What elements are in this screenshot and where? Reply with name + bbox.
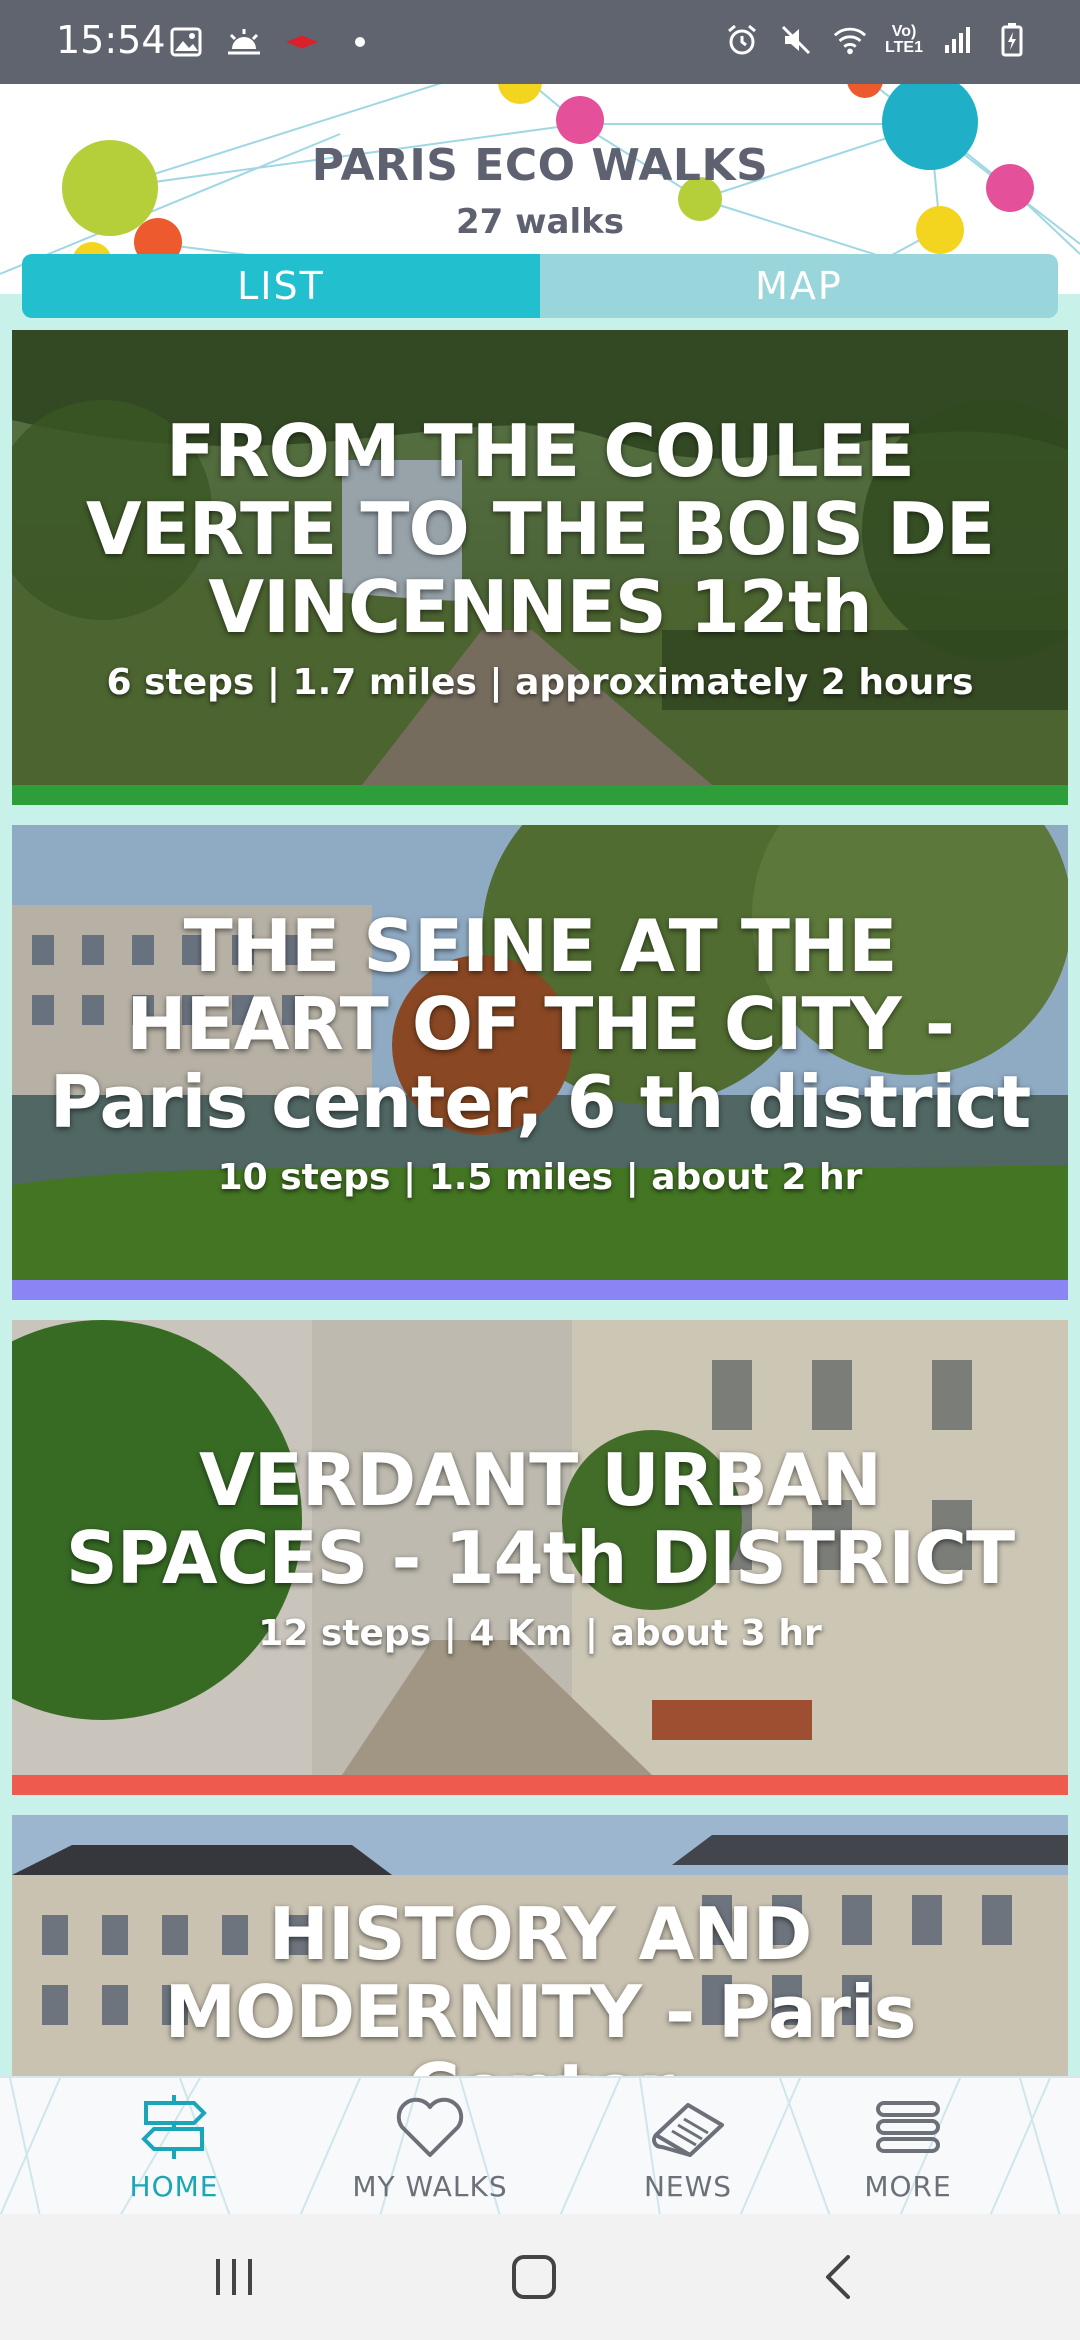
nav-news-label: NEWS [643, 2170, 733, 2203]
recent-apps-icon [216, 2259, 252, 2295]
view-toggle: LIST MAP [22, 254, 1058, 318]
walk-card[interactable]: THE SEINE AT THE HEART OF THE CITY - Par… [12, 825, 1068, 1300]
app-notification-icon [284, 22, 320, 62]
home-square-icon [512, 2255, 556, 2299]
nav-more-label: MORE [864, 2170, 952, 2203]
nav-my-walks[interactable]: MY WALKS [320, 2092, 540, 2212]
back-button[interactable] [798, 2244, 878, 2310]
walk-text: HISTORY AND MODERNITY - Paris Center [42, 1815, 1038, 2076]
alarm-icon [724, 20, 760, 60]
wifi-icon [832, 20, 868, 60]
back-chevron-icon [826, 2255, 850, 2299]
system-navigation-bar [0, 2214, 1080, 2340]
walk-card[interactable]: HISTORY AND MODERNITY - Paris Center [12, 1815, 1068, 2076]
walks-count: 27 walks [455, 202, 624, 242]
weather-sunrise-icon [226, 22, 262, 62]
gallery-notification-icon [168, 22, 204, 62]
bottom-navigation: HOME MY WALKS NEWS MORE [0, 2076, 1080, 2214]
nav-home[interactable]: HOME [64, 2092, 284, 2212]
tab-map[interactable]: MAP [540, 254, 1058, 318]
heart-icon [390, 2092, 470, 2162]
walk-accent-bar [12, 785, 1068, 805]
walk-text: THE SEINE AT THE HEART OF THE CITY - Par… [42, 825, 1038, 1280]
home-button[interactable] [494, 2244, 574, 2310]
status-bar: 15:54 Vo) LTE1 [0, 0, 1080, 84]
nav-home-label: HOME [129, 2170, 219, 2203]
mute-icon [778, 20, 814, 60]
page-title: PARIS ECO WALKS [311, 140, 769, 191]
more-notifications-dot-icon [342, 22, 378, 62]
walk-title: THE SEINE AT THE HEART OF THE CITY - Par… [49, 904, 1032, 1144]
walk-title: VERDANT URBAN SPACES - 14th DISTRICT [65, 1438, 1015, 1600]
walk-meta: 12 steps | 4 Km | about 3 hr [258, 1613, 822, 1654]
battery-charging-icon [994, 20, 1030, 60]
walk-accent-bar [12, 1775, 1068, 1795]
signpost-icon [134, 2092, 214, 2162]
status-left-icons [168, 22, 378, 62]
tab-list[interactable]: LIST [22, 254, 540, 318]
walk-card[interactable]: VERDANT URBAN SPACES - 14th DISTRICT 12 … [12, 1320, 1068, 1795]
status-time: 15:54 [56, 18, 166, 62]
walk-list: FROM THE COULEE VERTE TO THE BOIS DE VIN… [0, 326, 1080, 2076]
walk-card[interactable]: FROM THE COULEE VERTE TO THE BOIS DE VIN… [12, 330, 1068, 805]
walk-text: FROM THE COULEE VERTE TO THE BOIS DE VIN… [42, 330, 1038, 785]
signal-icon [940, 20, 976, 60]
nav-my-walks-label: MY WALKS [352, 2170, 508, 2203]
menu-stack-icon [868, 2092, 948, 2162]
status-right-icons: Vo) LTE1 [724, 20, 1030, 60]
nav-more[interactable]: MORE [798, 2092, 1018, 2212]
recent-apps-button[interactable] [194, 2244, 274, 2310]
newspaper-icon [648, 2092, 728, 2162]
walk-title: FROM THE COULEE VERTE TO THE BOIS DE VIN… [85, 409, 995, 649]
walk-title: HISTORY AND MODERNITY - Paris Center [164, 1892, 916, 2076]
volte-label: Vo) LTE1 [885, 23, 923, 56]
walk-meta: 6 steps | 1.7 miles | approximately 2 ho… [106, 662, 974, 703]
nav-news[interactable]: NEWS [578, 2092, 798, 2212]
walk-meta: 10 steps | 1.5 miles | about 2 hr [217, 1157, 863, 1198]
walk-text: VERDANT URBAN SPACES - 14th DISTRICT 12 … [42, 1320, 1038, 1775]
walk-accent-bar [12, 1280, 1068, 1300]
